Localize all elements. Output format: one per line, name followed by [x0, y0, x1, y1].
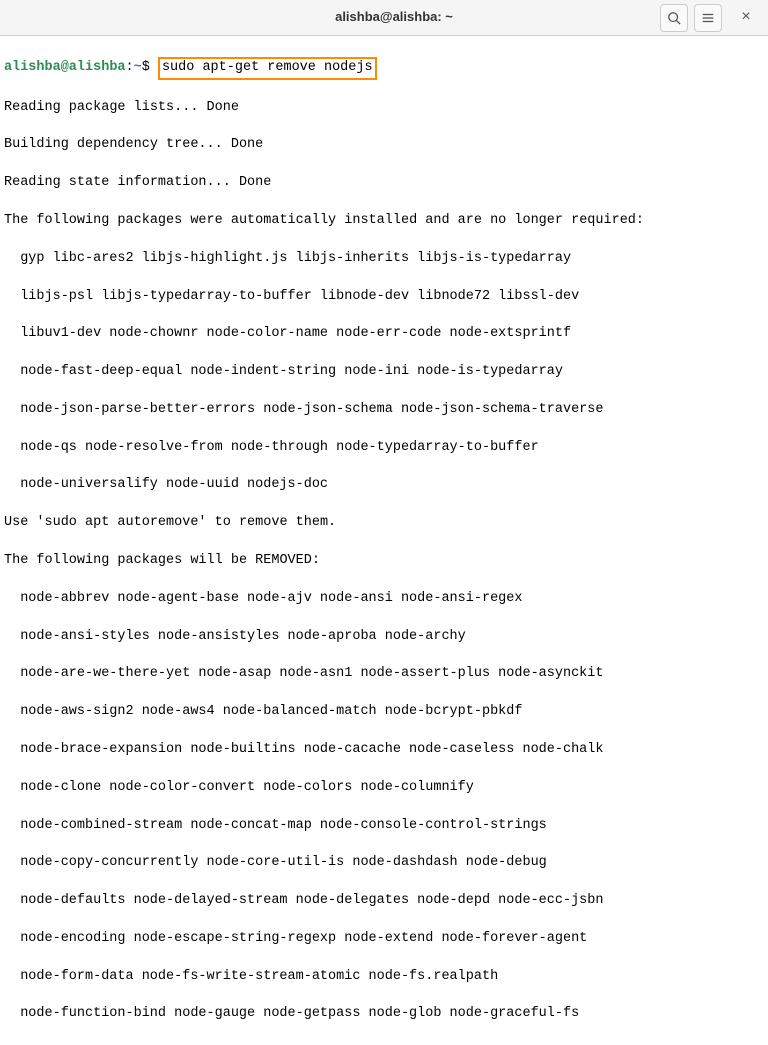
output-line: libuv1-dev node-chownr node-color-name n…	[4, 325, 764, 344]
output-line: node-brace-expansion node-builtins node-…	[4, 741, 764, 760]
prompt-userhost: alishba@alishba	[4, 60, 126, 75]
output-line: node-aws-sign2 node-aws4 node-balanced-m…	[4, 703, 764, 722]
search-icon	[667, 11, 681, 25]
output-line: gyp libc-ares2 libjs-highlight.js libjs-…	[4, 250, 764, 269]
output-line: node-ansi-styles node-ansistyles node-ap…	[4, 628, 764, 647]
output-line: node-qs node-resolve-from node-through n…	[4, 439, 764, 458]
output-line: node-abbrev node-agent-base node-ajv nod…	[4, 590, 764, 609]
output-line: node-defaults node-delayed-stream node-d…	[4, 892, 764, 911]
hamburger-icon	[701, 11, 715, 25]
output-line: node-fast-deep-equal node-indent-string …	[4, 363, 764, 382]
output-line: Use 'sudo apt autoremove' to remove them…	[4, 514, 764, 533]
output-line: Building dependency tree... Done	[4, 136, 764, 155]
command-highlight: sudo apt-get remove nodejs	[158, 57, 377, 80]
prompt-dollar: $	[142, 60, 158, 75]
search-button[interactable]	[660, 4, 688, 32]
titlebar: alishba@alishba: ~ ×	[0, 0, 768, 36]
output-line: node-json-parse-better-errors node-json-…	[4, 401, 764, 420]
window-title: alishba@alishba: ~	[128, 8, 660, 26]
titlebar-controls: ×	[660, 4, 760, 32]
prompt-colon: :	[126, 60, 134, 75]
terminal-output[interactable]: alishba@alishba:~$ sudo apt-get remove n…	[0, 36, 768, 1045]
close-button[interactable]: ×	[732, 4, 760, 32]
output-line: node-copy-concurrently node-core-util-is…	[4, 854, 764, 873]
output-line: node-combined-stream node-concat-map nod…	[4, 817, 764, 836]
menu-button[interactable]	[694, 4, 722, 32]
output-line: node-form-data node-fs-write-stream-atom…	[4, 968, 764, 987]
output-line: node-function-bind node-gauge node-getpa…	[4, 1005, 764, 1024]
output-line: The following packages will be REMOVED:	[4, 552, 764, 571]
close-icon: ×	[741, 6, 750, 28]
output-line: Reading state information... Done	[4, 174, 764, 193]
prompt-line: alishba@alishba:~$ sudo apt-get remove n…	[4, 57, 764, 80]
output-line: node-universalify node-uuid nodejs-doc	[4, 476, 764, 495]
output-line: The following packages were automaticall…	[4, 212, 764, 231]
output-line: libjs-psl libjs-typedarray-to-buffer lib…	[4, 288, 764, 307]
output-line: node-encoding node-escape-string-regexp …	[4, 930, 764, 949]
output-line: node-are-we-there-yet node-asap node-asn…	[4, 665, 764, 684]
prompt-path: ~	[134, 60, 142, 75]
output-line: Reading package lists... Done	[4, 99, 764, 118]
output-line: node-clone node-color-convert node-color…	[4, 779, 764, 798]
